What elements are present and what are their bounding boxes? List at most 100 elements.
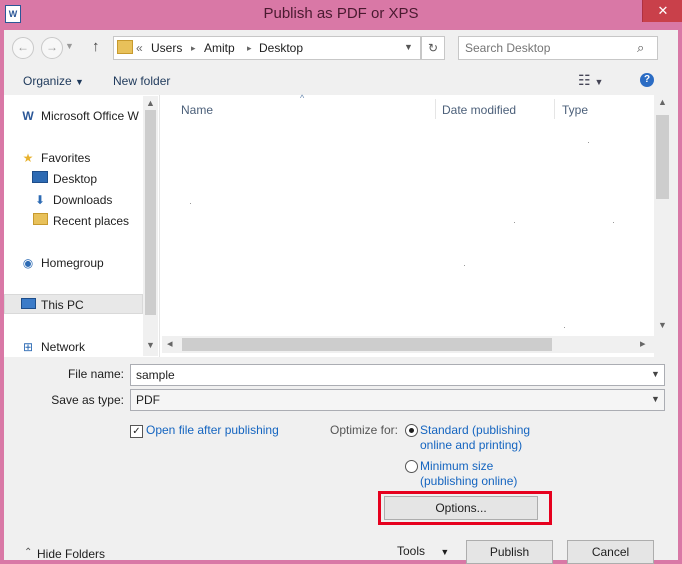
standard-option-line1[interactable]: Standard (publishing <box>420 423 530 437</box>
file-name-field[interactable]: sample ▼ <box>130 364 665 386</box>
minimum-size-line1[interactable]: Minimum size <box>420 459 493 473</box>
minimum-size-line2[interactable]: (publishing online) <box>420 474 517 488</box>
file-list-horizontal-scrollbar[interactable]: ◂ ▸ <box>162 336 654 353</box>
scroll-down-icon[interactable]: ▼ <box>146 340 155 350</box>
column-divider[interactable] <box>554 99 555 119</box>
sort-ascending-icon: ^ <box>300 93 305 103</box>
list-speck <box>613 222 614 223</box>
vertical-scroll-thumb[interactable] <box>656 115 669 199</box>
sidebar-item-this-pc[interactable]: This PC <box>4 294 143 314</box>
open-after-publishing-checkbox[interactable]: ✓ <box>130 425 143 438</box>
organize-label: Organize <box>23 74 72 88</box>
standard-radio[interactable] <box>405 424 418 437</box>
file-name-value[interactable]: sample <box>136 368 175 382</box>
sidebar-item-homegroup[interactable]: ◉ Homegroup <box>20 253 160 273</box>
change-view-button[interactable]: ☷ ▼ <box>578 72 603 89</box>
star-icon: ★ <box>22 151 34 165</box>
organize-button[interactable]: Organize ▼ <box>23 74 84 88</box>
scroll-down-icon[interactable]: ▼ <box>658 320 667 330</box>
navigation-pane[interactable]: W Microsoft Office W ★ Favorites Desktop ⬇… <box>4 95 160 357</box>
scroll-left-icon[interactable]: ◂ <box>167 337 173 350</box>
new-folder-button[interactable]: New folder <box>113 74 170 88</box>
address-segment-amitp[interactable]: Amitp <box>204 41 235 55</box>
column-header-date-modified[interactable]: Date modified <box>442 103 516 117</box>
sidebar-item-label: Downloads <box>53 193 113 207</box>
sidebar-item-network[interactable]: ⊞ Network <box>20 337 160 357</box>
scroll-right-icon[interactable]: ▸ <box>640 337 646 350</box>
sidebar-item-favorites[interactable]: ★ Favorites <box>20 148 160 168</box>
downloads-icon: ⬇ <box>34 193 46 207</box>
help-button[interactable]: ? <box>640 73 654 87</box>
search-input[interactable] <box>459 37 641 59</box>
sidebar-item-label: Homegroup <box>41 256 104 270</box>
chevron-down-icon: ▼ <box>440 547 450 557</box>
address-separator-icon[interactable]: ▸ <box>247 43 252 54</box>
sidebar-item-label: Desktop <box>53 172 98 186</box>
list-speck <box>564 327 565 328</box>
sidebar-scrollbar[interactable]: ▲ ▼ <box>143 96 158 356</box>
address-overflow[interactable]: « <box>136 41 143 55</box>
column-header-type[interactable]: Type <box>562 103 588 117</box>
address-dropdown-icon[interactable]: ▼ <box>404 42 413 52</box>
address-segment-users[interactable]: Users <box>151 41 182 55</box>
sidebar-item-label: Recent places <box>53 214 130 228</box>
refresh-button[interactable]: ↻ <box>421 36 445 60</box>
sidebar-item-label: This PC <box>41 298 84 312</box>
sidebar-scroll-thumb[interactable] <box>145 110 156 315</box>
list-speck <box>588 142 589 143</box>
tools-button[interactable]: Tools ▼ <box>397 544 449 558</box>
network-icon: ⊞ <box>22 340 34 354</box>
hide-folders-chevron-icon[interactable]: ⌃ <box>24 547 32 558</box>
view-icon: ☷ <box>578 72 591 88</box>
list-speck <box>464 265 465 266</box>
list-speck <box>190 203 191 204</box>
chevron-down-icon[interactable]: ▼ <box>651 369 660 379</box>
save-as-type-value: PDF <box>136 393 160 407</box>
save-as-type-select[interactable]: PDF ▼ <box>130 389 665 411</box>
address-bar[interactable]: « Users ▸ Amitp ▸ Desktop ▼ <box>113 36 421 60</box>
scroll-up-icon[interactable]: ▲ <box>146 98 155 108</box>
word-document-icon: W <box>22 109 34 123</box>
search-icon[interactable]: ⌕ <box>637 40 644 56</box>
computer-icon <box>20 295 36 313</box>
chevron-down-icon: ▼ <box>594 77 604 87</box>
horizontal-scroll-thumb[interactable] <box>182 338 552 351</box>
tools-label: Tools <box>397 544 426 558</box>
forward-button[interactable]: → <box>41 37 63 59</box>
hide-folders-button[interactable]: Hide Folders <box>37 547 105 561</box>
chevron-down-icon: ▼ <box>75 77 84 87</box>
chevron-down-icon[interactable]: ▼ <box>651 394 660 404</box>
radio-selected-dot <box>409 428 414 433</box>
up-button[interactable]: ↑ <box>92 38 100 55</box>
minimum-size-radio[interactable] <box>405 460 418 473</box>
window-title: Publish as PDF or XPS <box>263 5 419 22</box>
sidebar-item-label: Microsoft Office W <box>41 109 139 123</box>
sidebar-item-label: Network <box>41 340 86 354</box>
sidebar-item-label: Favorites <box>41 151 91 165</box>
sidebar-item-office[interactable]: W Microsoft Office W <box>20 106 160 126</box>
open-after-publishing-label[interactable]: Open file after publishing <box>146 423 279 437</box>
file-list-vertical-scrollbar[interactable]: ▲ ▼ <box>654 95 671 340</box>
options-button[interactable]: Options... <box>384 496 538 520</box>
address-separator-icon[interactable]: ▸ <box>191 43 196 54</box>
column-divider[interactable] <box>435 99 436 119</box>
search-box[interactable]: ⌕ <box>458 36 658 60</box>
recent-locations-chevron-icon[interactable]: ▼ <box>65 41 74 51</box>
file-name-label: File name: <box>67 367 124 381</box>
desktop-icon <box>32 169 48 189</box>
file-list[interactable]: Name ^ Date modified Type <box>160 93 654 357</box>
folder-icon <box>117 40 133 54</box>
standard-option-line2[interactable]: online and printing) <box>420 438 522 452</box>
cancel-button[interactable]: Cancel <box>567 540 654 564</box>
save-as-type-label: Save as type: <box>51 393 124 407</box>
homegroup-icon: ◉ <box>22 256 34 270</box>
optimize-for-label: Optimize for: <box>330 423 399 437</box>
recent-places-icon <box>32 211 48 231</box>
publish-button[interactable]: Publish <box>466 540 553 564</box>
scroll-up-icon[interactable]: ▲ <box>658 97 667 107</box>
address-segment-desktop[interactable]: Desktop <box>259 41 303 55</box>
close-button[interactable]: ✕ <box>642 0 682 22</box>
column-header-name[interactable]: Name <box>181 103 213 117</box>
back-button[interactable]: ← <box>12 37 34 59</box>
list-speck <box>514 222 515 223</box>
